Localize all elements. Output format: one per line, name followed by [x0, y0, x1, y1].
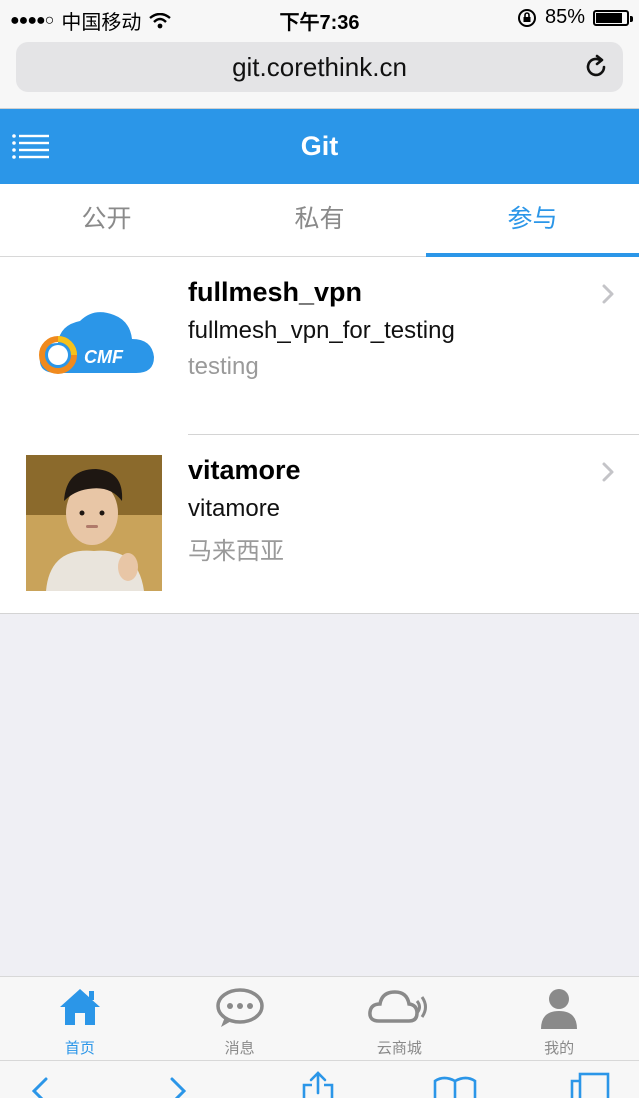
tab-cloud-store-label: 云商城 — [376, 1040, 422, 1057]
forward-icon[interactable] — [166, 1075, 190, 1098]
browser-toolbar: git.corethink.cn — [0, 36, 639, 109]
repo-meta: 马来西亚 — [188, 538, 284, 565]
tab-profile[interactable]: 我的 — [479, 977, 639, 1061]
repo-name: fullmesh_vpn — [188, 277, 363, 307]
tab-messages[interactable]: 消息 — [160, 977, 320, 1061]
cmf-logo-text: CMF — [84, 347, 124, 367]
tab-cloud-store[interactable]: 云商城 — [320, 977, 480, 1061]
status-bar: ●●●●○ 中国移动 下午7:36 85% — [0, 0, 639, 36]
share-icon[interactable] — [300, 1071, 336, 1098]
user-icon — [541, 989, 578, 1029]
cloud-icon — [368, 990, 428, 1023]
list-item[interactable]: CMF fullmesh_vpn fullmesh_vpn_for_testin… — [0, 257, 639, 435]
bookmarks-icon[interactable] — [432, 1075, 478, 1098]
tab-messages-label: 消息 — [224, 1040, 255, 1057]
chat-bubble-icon — [215, 988, 264, 1027]
tab-private[interactable]: 私有 — [213, 184, 426, 256]
bottom-tab-bar: 首页 消息 云商城 我的 — [0, 976, 639, 1061]
page-title: Git — [300, 131, 339, 161]
repo-name: vitamore — [188, 455, 301, 485]
home-icon — [59, 989, 100, 1025]
repo-description: vitamore — [188, 495, 281, 522]
tab-home-label: 首页 — [64, 1040, 95, 1057]
app-header: Git — [0, 109, 639, 184]
tab-profile-label: 我的 — [544, 1040, 575, 1057]
cmf-logo-thumbnail: CMF — [26, 277, 162, 413]
reload-icon[interactable] — [583, 54, 609, 80]
segment-tabs: 公开 私有 参与 — [0, 184, 639, 257]
battery-percent: 85% — [544, 6, 585, 28]
rotation-lock-icon — [517, 8, 536, 27]
battery-icon — [593, 9, 633, 26]
address-bar[interactable]: git.corethink.cn — [16, 42, 623, 92]
chevron-right-icon — [602, 284, 614, 304]
back-icon[interactable] — [28, 1075, 52, 1098]
avatar — [26, 455, 162, 591]
list-item[interactable]: vitamore vitamore 马来西亚 — [0, 435, 639, 613]
tab-participating[interactable]: 参与 — [426, 184, 639, 257]
repo-description: fullmesh_vpn_for_testing — [188, 317, 455, 344]
tab-home[interactable]: 首页 — [0, 977, 160, 1061]
browser-bottom-toolbar — [0, 1060, 639, 1098]
status-right: 85% — [517, 6, 633, 29]
chevron-right-icon — [602, 462, 614, 482]
tabs-icon[interactable] — [568, 1071, 612, 1098]
url-text: git.corethink.cn — [232, 51, 407, 82]
repo-list: CMF fullmesh_vpn fullmesh_vpn_for_testin… — [0, 257, 639, 614]
repo-meta: testing — [188, 353, 259, 380]
tab-public[interactable]: 公开 — [0, 184, 213, 256]
